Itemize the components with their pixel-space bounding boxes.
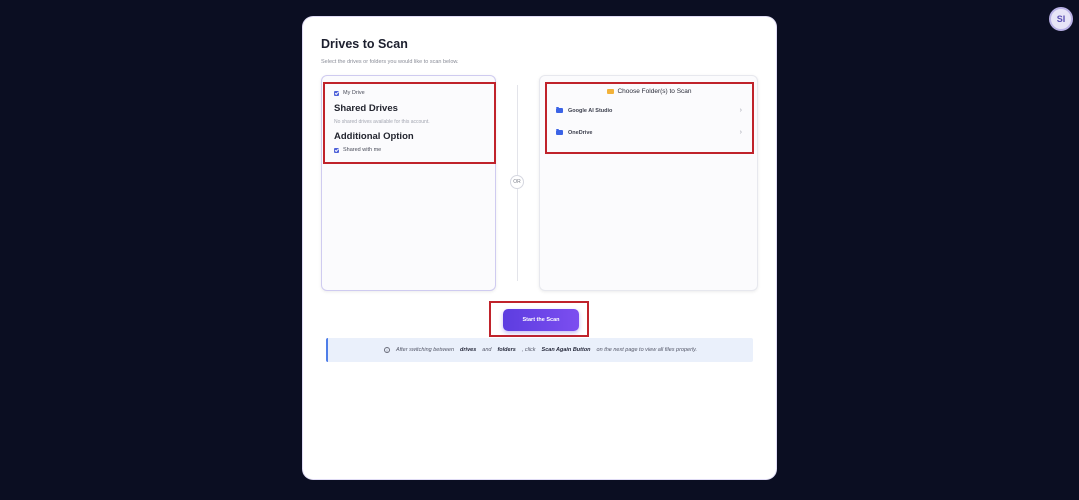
info-bold-scan-again: Scan Again Button [541, 347, 591, 353]
info-text: , click [521, 347, 536, 353]
folders-panel: Choose Folder(s) to Scan Google AI Studi… [539, 75, 758, 291]
page-title: Drives to Scan [321, 37, 408, 51]
folder-icon [607, 88, 615, 94]
folder-item-label: OneDrive [568, 129, 593, 136]
chevron-right-icon[interactable]: › [740, 107, 742, 114]
avatar[interactable]: SI [1049, 7, 1073, 31]
additional-option-heading: Additional Option [334, 131, 414, 142]
shared-drives-heading: Shared Drives [334, 103, 398, 114]
info-bold-drives: drives [460, 347, 477, 353]
info-icon: i [383, 347, 390, 353]
folder-icon [556, 128, 563, 136]
info-banner: i After switching between drives and fol… [326, 338, 753, 362]
info-text: on the next page to view all files prope… [596, 347, 698, 353]
folder-item-google-ai-studio[interactable]: Google AI Studio › [556, 106, 742, 114]
shared-with-me-label: Shared with me [343, 147, 382, 153]
folder-item-onedrive[interactable]: OneDrive › [556, 128, 742, 136]
info-text: After switching between [395, 347, 455, 353]
shared-with-me-checkbox[interactable]: Shared with me [334, 147, 381, 153]
checkbox-checked-icon[interactable] [334, 90, 339, 96]
my-drive-label: My Drive [343, 90, 365, 96]
page-subtitle: Select the drives or folders you would l… [321, 59, 459, 65]
drives-panel: My Drive Shared Drives No shared drives … [321, 75, 496, 291]
info-bold-folders: folders [497, 347, 516, 353]
or-badge: OR [510, 175, 524, 189]
folder-item-label: Google AI Studio [568, 107, 613, 114]
folder-icon [556, 106, 563, 114]
choose-folders-label: Choose Folder(s) to Scan [617, 88, 692, 95]
my-drive-checkbox[interactable]: My Drive [334, 90, 365, 96]
checkbox-checked-icon[interactable] [334, 147, 339, 153]
shared-drives-note: No shared drives available for this acco… [334, 119, 430, 125]
info-text: and [482, 347, 492, 353]
choose-folders-heading: Choose Folder(s) to Scan [540, 88, 759, 95]
start-scan-button[interactable]: Start the Scan [503, 309, 579, 331]
scan-card: Drives to Scan Select the drives or fold… [303, 17, 776, 479]
chevron-right-icon[interactable]: › [740, 129, 742, 136]
